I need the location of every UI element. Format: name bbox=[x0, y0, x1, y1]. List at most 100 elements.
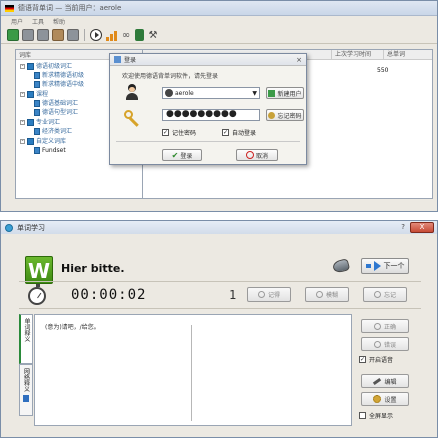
checkbox-checked-icon[interactable]: ✓ bbox=[359, 356, 366, 363]
tab-word-definition[interactable]: 单词释义 bbox=[19, 314, 33, 364]
close-icon[interactable]: × bbox=[296, 56, 302, 64]
panel-divider bbox=[191, 325, 192, 421]
stopwatch-icon bbox=[28, 284, 46, 305]
list-icon[interactable] bbox=[37, 29, 49, 41]
register-button[interactable]: 新建用户 bbox=[266, 87, 304, 99]
circle-icon bbox=[373, 322, 381, 330]
document-icon bbox=[34, 72, 40, 79]
database-icon[interactable] bbox=[22, 29, 34, 41]
tree-node[interactable]: 新求精德语中级 bbox=[34, 80, 84, 89]
forgot-password-button[interactable]: 忘记密码 bbox=[266, 109, 304, 121]
login-icon bbox=[114, 56, 121, 63]
password-field[interactable]: ●●●●●●●●● bbox=[162, 109, 260, 121]
vague-button[interactable]: 模糊 bbox=[305, 287, 349, 302]
collapse-icon[interactable]: - bbox=[20, 120, 25, 125]
enable-audio-checkbox[interactable]: ✓ 开启语音 bbox=[359, 355, 393, 364]
document-icon bbox=[34, 100, 40, 107]
close-button[interactable]: X bbox=[410, 222, 434, 233]
document-icon bbox=[34, 128, 40, 135]
link-icon[interactable]: ∞ bbox=[120, 29, 132, 41]
user-small-icon bbox=[165, 89, 173, 97]
help-icon[interactable]: ? bbox=[401, 223, 405, 231]
tree-node[interactable]: - 自定义词库 bbox=[20, 137, 66, 146]
login-button[interactable]: ✔ 登录 bbox=[162, 149, 202, 161]
hammer-icon[interactable]: ⚒ bbox=[147, 29, 159, 41]
speaker-icon[interactable] bbox=[331, 258, 351, 274]
study-titlebar[interactable]: 单词学习 ? X bbox=[1, 221, 437, 234]
gear-icon bbox=[373, 395, 382, 403]
pencil-icon[interactable] bbox=[67, 29, 79, 41]
login-welcome-text: 欢迎使用德语背单词软件，请先登录 bbox=[122, 73, 219, 80]
edit-button[interactable]: 编辑 bbox=[361, 374, 409, 388]
tree-node[interactable]: - 课程 bbox=[20, 90, 48, 99]
folder-icon bbox=[27, 138, 34, 145]
add-user-icon bbox=[268, 89, 276, 97]
login-dialog: 登录 × 欢迎使用德语背单词软件，请先登录 aerole ▼ 新建用户 ●●●●… bbox=[109, 53, 307, 165]
circle-icon bbox=[373, 340, 381, 348]
user-avatar-icon bbox=[124, 84, 140, 100]
key-icon bbox=[124, 110, 142, 128]
cancel-icon bbox=[245, 151, 254, 159]
word-logo-icon: W bbox=[25, 256, 53, 284]
settings-button[interactable]: 设置 bbox=[361, 392, 409, 406]
definition-tabs: 单词释义 网络释义 bbox=[19, 314, 34, 424]
play-icon[interactable] bbox=[90, 29, 102, 41]
folder-icon[interactable] bbox=[52, 29, 64, 41]
collapse-icon[interactable]: - bbox=[20, 139, 25, 144]
main-window-titlebar[interactable]: 德语背单词 — 当前用户：aerole bbox=[1, 1, 437, 16]
chevron-down-icon[interactable]: ▼ bbox=[252, 90, 257, 97]
study-window-title: 单词学习 bbox=[17, 223, 45, 232]
toolbar-separator bbox=[84, 29, 85, 41]
login-titlebar[interactable]: 登录 × bbox=[110, 54, 306, 66]
username-combobox[interactable]: aerole ▼ bbox=[162, 87, 260, 99]
checkbox-checked-icon[interactable]: ✓ bbox=[162, 129, 169, 136]
checkbox-checked-icon[interactable]: ✓ bbox=[222, 129, 229, 136]
tree-node[interactable]: Fundset bbox=[34, 146, 66, 155]
divider bbox=[19, 281, 421, 282]
folder-icon bbox=[27, 63, 34, 70]
document-icon bbox=[34, 147, 40, 154]
tree-node[interactable]: - 德语初级词汇 bbox=[20, 62, 72, 71]
word-count: 1 bbox=[229, 288, 237, 302]
refresh-icon[interactable] bbox=[7, 29, 19, 41]
fullscreen-checkbox[interactable]: 全屏显示 bbox=[359, 411, 393, 420]
checkbox-unchecked-icon[interactable] bbox=[359, 412, 366, 419]
key-small-icon bbox=[268, 111, 276, 119]
remember-button[interactable]: 记得 bbox=[247, 287, 291, 302]
book-icon[interactable] bbox=[135, 29, 144, 41]
correct-button[interactable]: 正确 bbox=[361, 319, 409, 333]
wrong-button[interactable]: 错误 bbox=[361, 337, 409, 351]
collapse-icon[interactable]: - bbox=[20, 64, 25, 69]
username-value: aerole bbox=[175, 89, 194, 97]
tab-web-definition[interactable]: 网络释义 bbox=[19, 364, 33, 416]
bar-chart-icon[interactable] bbox=[105, 29, 117, 41]
tree-node[interactable]: 德语句型词汇 bbox=[34, 108, 78, 117]
main-window: 德语背单词 — 当前用户：aerole 用户 工具 帮助 ∞ ⚒ 词库 - 德语初… bbox=[0, 0, 438, 212]
menu-tools[interactable]: 工具 bbox=[32, 17, 44, 26]
login-title: 登录 bbox=[124, 57, 137, 64]
arrow-right-icon bbox=[365, 264, 371, 268]
current-word: Hier bitte. bbox=[61, 262, 125, 275]
cancel-button[interactable]: 取消 bbox=[236, 149, 278, 161]
column-total-words[interactable]: 总单词 bbox=[383, 50, 433, 60]
tree-node[interactable]: 德语基础词汇 bbox=[34, 99, 78, 108]
tree-node[interactable]: - 专业词汇 bbox=[20, 118, 60, 127]
next-button[interactable]: 下一个 bbox=[361, 258, 409, 274]
tree-node[interactable]: 经济类词汇 bbox=[34, 127, 72, 136]
tree-node[interactable]: 新求精德语初级 bbox=[34, 71, 84, 80]
study-window: 单词学习 ? X W Hier bitte. 下一个 00:00:02 1 记得… bbox=[0, 220, 438, 438]
definition-panel: (意为)请吧，/给您。 bbox=[34, 314, 352, 426]
toolbar: ∞ ⚒ bbox=[1, 27, 437, 44]
remember-password-checkbox[interactable]: ✓ 记住密码 bbox=[162, 128, 196, 137]
menu-user[interactable]: 用户 bbox=[11, 17, 23, 26]
book-icon bbox=[23, 395, 29, 402]
circle-icon bbox=[373, 291, 381, 298]
menu-help[interactable]: 帮助 bbox=[53, 17, 65, 26]
column-last-study[interactable]: 上次学习时间 bbox=[331, 50, 383, 60]
collapse-icon[interactable]: - bbox=[20, 92, 25, 97]
divider bbox=[19, 308, 421, 309]
timer-display: 00:00:02 bbox=[71, 287, 147, 303]
forget-button[interactable]: 忘记 bbox=[363, 287, 407, 302]
divider bbox=[116, 141, 300, 142]
auto-login-checkbox[interactable]: ✓ 自动登录 bbox=[222, 128, 256, 137]
